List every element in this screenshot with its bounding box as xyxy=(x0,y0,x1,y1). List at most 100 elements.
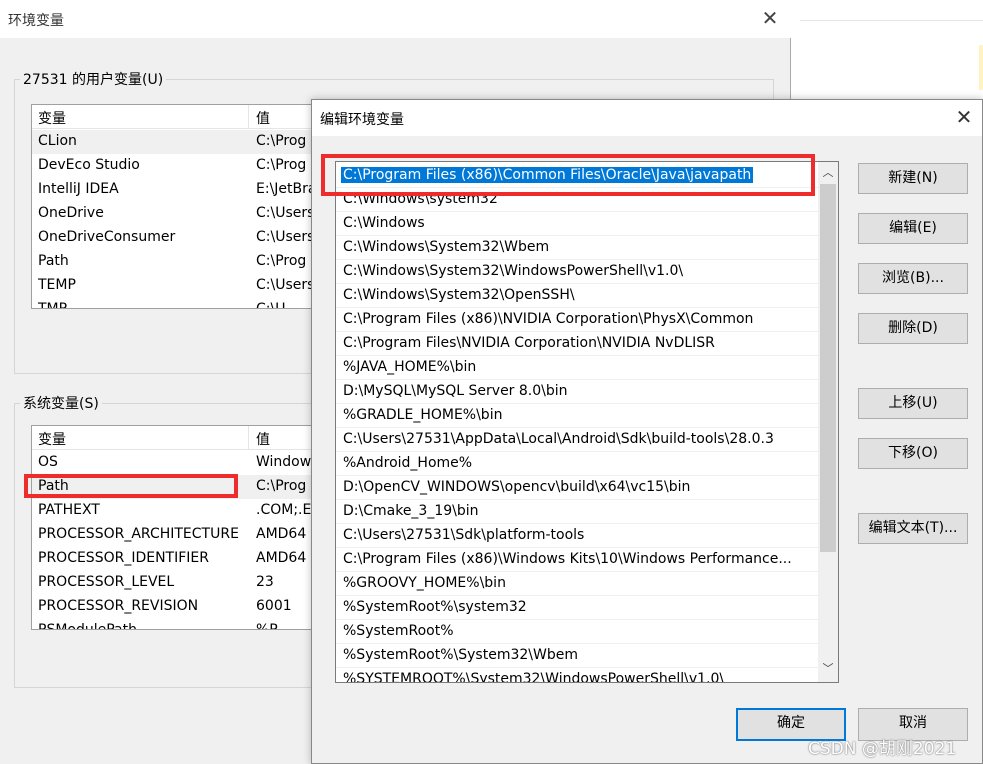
list-item[interactable]: D:\MySQL\MySQL Server 8.0\bin xyxy=(336,380,818,404)
table-row[interactable]: PATHEXT .COM;.E xyxy=(32,499,320,523)
background-divider xyxy=(800,20,983,21)
var-value: C:\Users xyxy=(256,205,315,221)
move-up-button[interactable]: 上移(U) xyxy=(858,388,968,419)
var-value: C:\Prog xyxy=(256,157,307,173)
new-button[interactable]: 新建(N) xyxy=(858,163,968,194)
path-text: %JAVA_HOME%\bin xyxy=(343,359,477,375)
var-value: Window xyxy=(256,454,312,470)
list-item[interactable]: C:\Windows\System32\OpenSSH\ xyxy=(336,284,818,308)
edit-dialog-title: 编辑环境变量 xyxy=(320,112,404,128)
column-header-name[interactable]: 变量 xyxy=(38,429,66,449)
list-header: 变量 值 xyxy=(32,426,320,450)
list-header: 变量 值 xyxy=(32,105,320,129)
delete-button[interactable]: 删除(D) xyxy=(858,313,968,344)
table-row[interactable]: IntelliJ IDEA E:\JetBra xyxy=(32,178,320,202)
path-text: C:\Windows xyxy=(343,215,425,231)
watermark: CSDN @胡刚2021 xyxy=(808,739,957,759)
list-item[interactable]: %GROOVY_HOME%\bin xyxy=(336,572,818,596)
path-text: C:\Users\27531\Sdk\platform-tools xyxy=(343,527,585,543)
var-name: Path xyxy=(38,253,69,269)
edit-dialog-titlebar: 编辑环境变量 ✕ xyxy=(312,100,982,136)
close-icon[interactable]: ✕ xyxy=(952,105,976,129)
path-text: D:\OpenCV_WINDOWS\opencv\build\x64\vc15\… xyxy=(343,479,691,495)
list-item[interactable]: C:\Users\27531\AppData\Local\Android\Sdk… xyxy=(336,428,818,452)
path-text: C:\Users\27531\AppData\Local\Android\Sdk… xyxy=(343,431,774,447)
system-variables-list[interactable]: 变量 值 OS Window Path C:\Prog PATHEXT .COM;.E… xyxy=(31,425,321,630)
column-separator[interactable] xyxy=(248,105,249,129)
path-text: %Android_Home% xyxy=(343,455,473,471)
system-variables-label: 系统变量(S) xyxy=(20,393,102,413)
list-item[interactable]: C:\Windows xyxy=(336,212,818,236)
path-text: C:\Windows\System32\OpenSSH\ xyxy=(343,287,575,303)
path-text: %SystemRoot%\System32\Wbem xyxy=(343,647,578,663)
column-header-name[interactable]: 变量 xyxy=(38,108,66,128)
path-text: C:\Program Files (x86)\NVIDIA Corporatio… xyxy=(343,311,754,327)
table-row[interactable]: TEMP C:\Users xyxy=(32,274,320,298)
list-item[interactable]: %Android_Home% xyxy=(336,452,818,476)
list-item[interactable]: C:\Users\27531\Sdk\platform-tools xyxy=(336,524,818,548)
list-item[interactable]: C:\Windows\System32\Wbem xyxy=(336,236,818,260)
var-value: C:\Prog xyxy=(256,253,307,269)
list-item[interactable]: C:\Program Files\NVIDIA Corporation\NVID… xyxy=(336,332,818,356)
table-row[interactable]: PROCESSOR_ARCHITECTURE AMD64 xyxy=(32,523,320,547)
list-item[interactable]: D:\OpenCV_WINDOWS\opencv\build\x64\vc15\… xyxy=(336,476,818,500)
table-row[interactable]: OneDriveConsumer C:\Users xyxy=(32,226,320,250)
browse-button[interactable]: 浏览(B)... xyxy=(858,263,968,294)
table-row[interactable]: PROCESSOR_REVISION 6001 xyxy=(32,595,320,619)
path-text: C:\Program Files (x86)\Windows Kits\10\W… xyxy=(343,551,792,567)
list-item[interactable]: C:\Program Files (x86)\NVIDIA Corporatio… xyxy=(336,308,818,332)
var-value: C:\U xyxy=(256,301,286,309)
path-text: %SystemRoot% xyxy=(343,623,454,639)
edit-text-button[interactable]: 编辑文本(T)... xyxy=(858,513,968,544)
path-text: %GRADLE_HOME%\bin xyxy=(343,407,503,423)
scrollbar-thumb[interactable] xyxy=(820,184,836,552)
chevron-down-icon[interactable]: ﹀ xyxy=(818,660,838,678)
var-value: C:\Prog xyxy=(256,478,307,494)
path-text: %SYSTEMROOT%\System32\WindowsPowerShell\… xyxy=(343,671,725,683)
var-name: CLion xyxy=(38,133,77,149)
var-name: PROCESSOR_REVISION xyxy=(38,598,199,614)
close-icon[interactable]: ✕ xyxy=(758,6,782,30)
var-name: PROCESSOR_IDENTIFIER xyxy=(38,550,209,566)
column-separator[interactable] xyxy=(248,426,249,450)
list-item[interactable]: C:\Program Files (x86)\Windows Kits\10\W… xyxy=(336,548,818,572)
list-item[interactable]: %SystemRoot%\System32\Wbem xyxy=(336,644,818,668)
vertical-scrollbar[interactable]: ︿ ﹀ xyxy=(818,162,838,682)
list-item[interactable]: %GRADLE_HOME%\bin xyxy=(336,404,818,428)
list-item[interactable]: D:\Cmake_3_19\bin xyxy=(336,500,818,524)
list-item[interactable]: %SYSTEMROOT%\System32\WindowsPowerShell\… xyxy=(336,668,818,683)
user-variables-list[interactable]: 变量 值 CLion C:\Prog DevEco Studio C:\Prog I… xyxy=(31,104,321,309)
var-value: C:\Users xyxy=(256,277,315,293)
var-name: PATHEXT xyxy=(38,502,100,518)
table-row[interactable]: TMP C:\U xyxy=(32,298,320,309)
var-name: OneDriveConsumer xyxy=(38,229,176,245)
var-value: C:\Users xyxy=(256,229,315,245)
table-row[interactable]: PSModulePath %P xyxy=(32,619,320,630)
var-name: PSModulePath xyxy=(38,622,137,630)
chevron-up-icon[interactable]: ︿ xyxy=(818,164,838,182)
var-value: %P xyxy=(256,622,278,630)
table-row[interactable]: DevEco Studio C:\Prog xyxy=(32,154,320,178)
var-name: IntelliJ IDEA xyxy=(38,181,119,197)
table-row[interactable]: CLion C:\Prog xyxy=(32,130,320,154)
path-entries-list[interactable]: C:\Program Files (x86)\Common Files\Orac… xyxy=(335,161,839,683)
move-down-button[interactable]: 下移(O) xyxy=(858,438,968,469)
var-name: TEMP xyxy=(38,277,76,293)
env-dialog-title: 环境变量 xyxy=(8,13,64,29)
column-header-value[interactable]: 值 xyxy=(256,429,270,449)
background-accent-strip xyxy=(979,45,983,90)
table-row[interactable]: OS Window xyxy=(32,451,320,475)
column-header-value[interactable]: 值 xyxy=(256,108,270,128)
path-text: C:\Windows\System32\WindowsPowerShell\v1… xyxy=(343,263,684,279)
list-item[interactable]: %SystemRoot%\system32 xyxy=(336,596,818,620)
table-row[interactable]: PROCESSOR_LEVEL 23 xyxy=(32,571,320,595)
list-item[interactable]: %JAVA_HOME%\bin xyxy=(336,356,818,380)
table-row[interactable]: PROCESSOR_IDENTIFIER AMD64 xyxy=(32,547,320,571)
table-row[interactable]: Path C:\Prog xyxy=(32,250,320,274)
list-item[interactable]: %SystemRoot% xyxy=(336,620,818,644)
path-text: %SystemRoot%\system32 xyxy=(343,599,527,615)
var-name: DevEco Studio xyxy=(38,157,140,173)
table-row[interactable]: OneDrive C:\Users xyxy=(32,202,320,226)
edit-button[interactable]: 编辑(E) xyxy=(858,213,968,244)
list-item[interactable]: C:\Windows\System32\WindowsPowerShell\v1… xyxy=(336,260,818,284)
